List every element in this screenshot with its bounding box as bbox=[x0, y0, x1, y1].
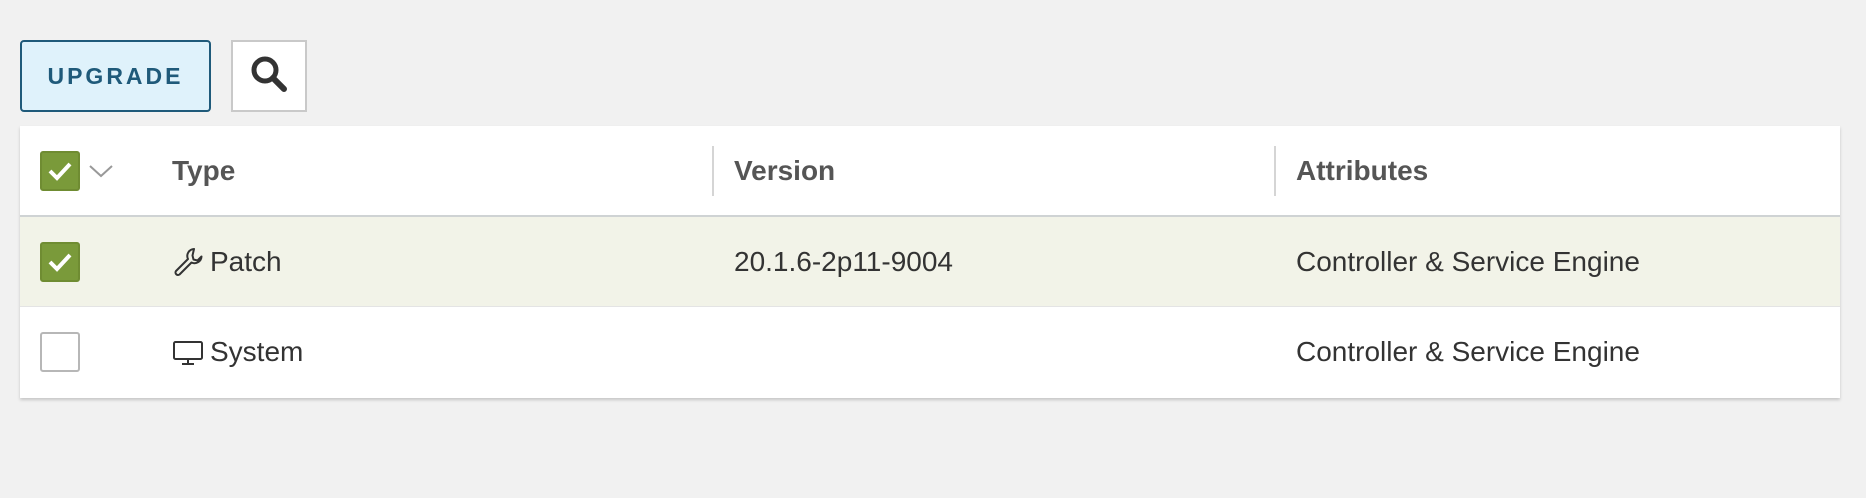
attributes-cell: Controller & Service Engine bbox=[1296, 336, 1640, 367]
table-row[interactable]: Patch 20.1.6-2p11-9004 Controller & Serv… bbox=[20, 217, 1840, 307]
table-row[interactable]: System Controller & Service Engine bbox=[20, 307, 1840, 397]
type-cell: Patch bbox=[170, 217, 282, 306]
search-button[interactable] bbox=[231, 40, 307, 112]
column-header-version[interactable]: Version bbox=[734, 126, 835, 215]
select-all-checkbox[interactable] bbox=[40, 150, 80, 191]
type-cell: System bbox=[170, 307, 303, 397]
chevron-down-icon[interactable] bbox=[88, 163, 114, 179]
type-label: System bbox=[210, 336, 304, 367]
upgrade-button[interactable]: UPGRADE bbox=[20, 40, 211, 112]
attributes-cell: Controller & Service Engine bbox=[1296, 245, 1640, 277]
wrench-icon bbox=[170, 244, 206, 280]
monitor-icon bbox=[170, 334, 206, 370]
version-cell: 20.1.6-2p11-9004 bbox=[734, 245, 953, 277]
column-header-type[interactable]: Type bbox=[172, 126, 235, 215]
toolbar: UPGRADE bbox=[20, 40, 307, 112]
select-all-control bbox=[40, 126, 114, 215]
column-resize-handle[interactable] bbox=[1274, 146, 1276, 196]
upgrade-table: Type Version Attributes Patch 20.1.6-2p1… bbox=[20, 126, 1840, 398]
row-checkbox[interactable] bbox=[40, 332, 80, 372]
type-label: Patch bbox=[210, 245, 282, 277]
column-header-attributes[interactable]: Attributes bbox=[1296, 126, 1428, 215]
column-resize-handle[interactable] bbox=[712, 146, 714, 196]
table-header: Type Version Attributes bbox=[20, 126, 1840, 217]
row-checkbox[interactable] bbox=[40, 241, 80, 282]
search-icon bbox=[249, 54, 289, 99]
